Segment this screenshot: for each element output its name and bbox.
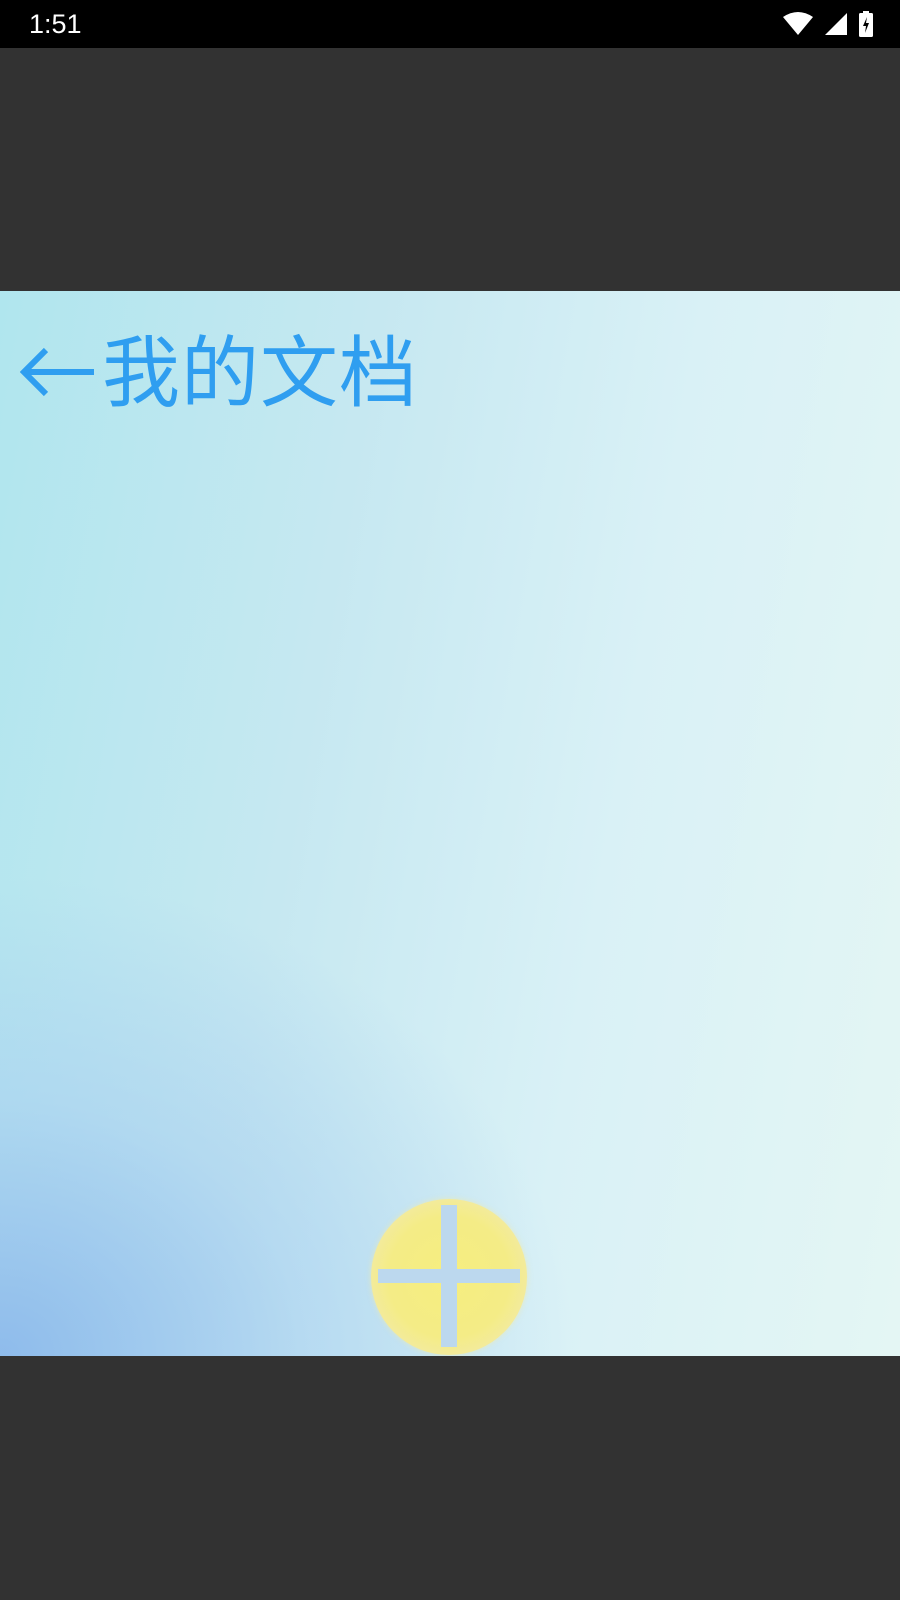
back-button[interactable]: 我的文档 <box>19 329 419 419</box>
plus-icon-bar[interactable] <box>378 1269 520 1283</box>
battery-charging-icon <box>858 11 874 37</box>
back-arrow-icon[interactable] <box>19 347 96 401</box>
add-document-button[interactable] <box>371 1199 527 1355</box>
status-icons <box>782 11 874 37</box>
status-time: 1:51 <box>29 9 82 39</box>
cellular-signal-icon <box>824 12 848 36</box>
letterbox-top <box>0 48 900 291</box>
wifi-icon <box>782 12 814 36</box>
page-title: 我的文档 <box>102 329 419 419</box>
letterbox-bottom <box>0 1356 900 1600</box>
app-content: 我的文档 <box>0 291 900 1356</box>
status-bar: 1:51 <box>0 0 900 48</box>
